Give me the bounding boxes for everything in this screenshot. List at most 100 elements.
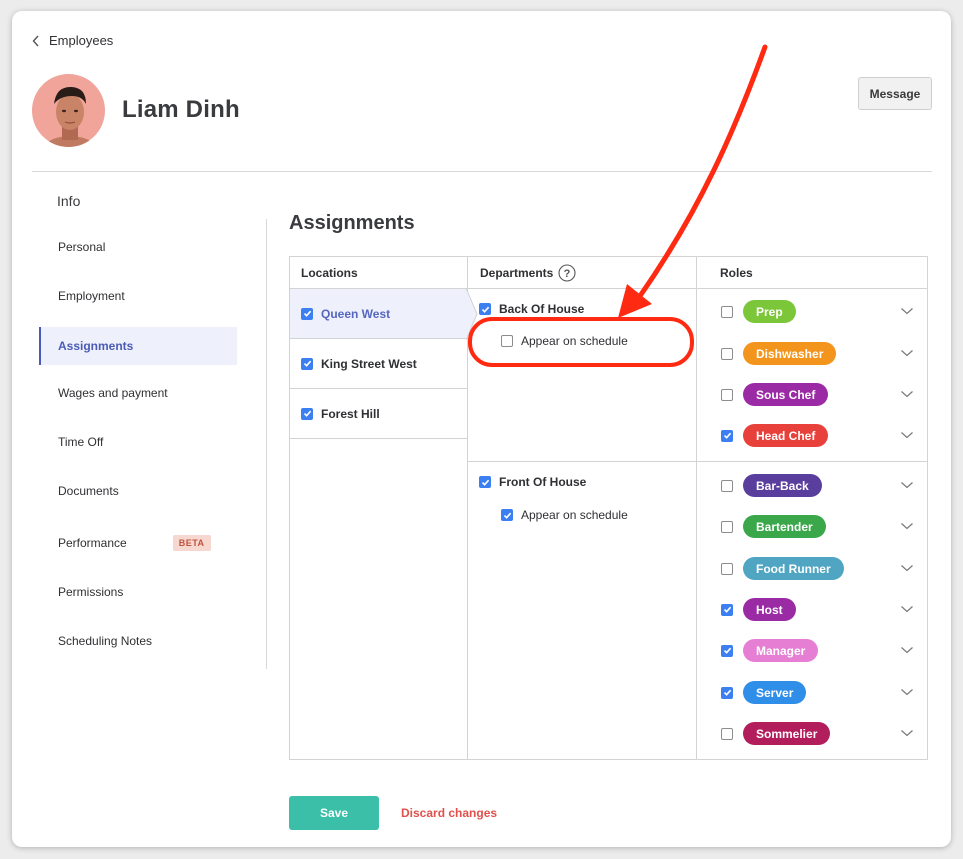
chevron-down-icon[interactable]	[900, 726, 914, 740]
role-row-food-runner[interactable]: Food Runner	[710, 548, 928, 589]
discard-changes-link[interactable]: Discard changes	[401, 806, 497, 820]
appear-on-schedule-checkbox[interactable]	[501, 335, 513, 347]
department-back-of-house[interactable]: Back Of House	[479, 302, 584, 316]
role-row-bar-back[interactable]: Bar-Back	[710, 465, 928, 506]
check-icon	[723, 606, 731, 613]
department-label: Back Of House	[499, 302, 585, 316]
role-row-head-chef[interactable]: Head Chef	[710, 415, 928, 456]
sidebar-item-label: Employment	[58, 289, 125, 303]
header-divider	[32, 171, 932, 172]
role-checkbox[interactable]	[721, 347, 733, 360]
role-row-bartender[interactable]: Bartender	[710, 506, 928, 547]
appear-on-schedule-front-of-house[interactable]: Appear on schedule	[501, 508, 628, 522]
chevron-down-icon[interactable]	[900, 561, 914, 575]
check-icon	[481, 479, 489, 486]
location-checkbox[interactable]	[301, 357, 313, 370]
role-checkbox[interactable]	[721, 562, 733, 575]
chevron-down-icon[interactable]	[900, 643, 914, 657]
svg-text:?: ?	[564, 268, 571, 280]
role-row-dishwasher[interactable]: Dishwasher	[710, 333, 928, 374]
sidebar-item-personal[interactable]: Personal	[39, 228, 237, 266]
section-title: Assignments	[289, 212, 415, 234]
chevron-down-icon[interactable]	[900, 387, 914, 401]
chevron-down-icon[interactable]	[900, 478, 914, 492]
sidebar-item-label: Permissions	[58, 585, 124, 599]
employee-name: Liam Dinh	[122, 96, 240, 123]
check-icon	[303, 310, 311, 317]
appear-on-schedule-label: Appear on schedule	[521, 334, 628, 348]
role-checkbox[interactable]	[721, 429, 733, 442]
location-checkbox[interactable]	[301, 307, 313, 320]
sidebar-item-label: Wages and payment	[58, 386, 168, 400]
message-button[interactable]: Message	[858, 77, 932, 110]
chevron-down-icon[interactable]	[900, 304, 914, 318]
department-checkbox[interactable]	[479, 476, 491, 488]
assignments-table: Locations Departments ? Roles Queen West…	[289, 256, 928, 760]
column-header-roles: Roles	[720, 266, 753, 280]
column-header-locations: Locations	[301, 266, 358, 280]
role-pill: Manager	[743, 639, 819, 662]
chevron-down-icon[interactable]	[900, 428, 914, 442]
role-checkbox[interactable]	[721, 603, 733, 616]
chevron-left-icon	[32, 35, 39, 46]
sidebar-item-assignments[interactable]: Assignments	[39, 327, 237, 365]
sidebar-item-label: Assignments	[58, 339, 134, 353]
chevron-down-icon[interactable]	[900, 602, 914, 616]
role-row-host[interactable]: Host	[710, 589, 928, 630]
sidebar-item-documents[interactable]: Documents	[39, 472, 237, 510]
chevron-down-icon[interactable]	[900, 685, 914, 699]
role-pill: Server	[743, 681, 807, 704]
role-checkbox[interactable]	[721, 644, 733, 657]
column-header-departments: Departments ?	[480, 264, 576, 282]
sidebar-item-employment[interactable]: Employment	[39, 277, 237, 315]
role-checkbox[interactable]	[721, 686, 733, 699]
role-checkbox[interactable]	[721, 520, 733, 533]
location-checkbox[interactable]	[301, 407, 313, 420]
appear-on-schedule-back-of-house[interactable]: Appear on schedule	[501, 334, 628, 348]
role-row-server[interactable]: Server	[710, 672, 928, 713]
role-checkbox[interactable]	[721, 479, 733, 492]
sidebar-item-label: Time Off	[58, 435, 104, 449]
beta-badge: BETA	[172, 535, 211, 551]
help-icon[interactable]: ?	[558, 264, 576, 282]
sidebar-divider	[266, 219, 267, 669]
location-row-king-street-west[interactable]: King Street West	[290, 339, 467, 389]
sidebar-item-performance[interactable]: Performance BETA	[39, 524, 237, 562]
role-row-sous-chef[interactable]: Sous Chef	[710, 374, 928, 415]
save-button[interactable]: Save	[289, 796, 379, 830]
location-label: Forest Hill	[321, 406, 380, 421]
check-icon	[481, 306, 489, 313]
check-icon	[303, 360, 311, 367]
role-pill: Bartender	[743, 515, 826, 538]
role-pill: Head Chef	[743, 424, 829, 447]
role-checkbox[interactable]	[721, 727, 733, 740]
role-pill: Food Runner	[743, 557, 844, 580]
sidebar-item-permissions[interactable]: Permissions	[39, 573, 237, 611]
avatar	[32, 74, 105, 147]
role-checkbox[interactable]	[721, 305, 733, 318]
role-checkbox[interactable]	[721, 388, 733, 401]
chevron-down-icon[interactable]	[900, 519, 914, 533]
sidebar-item-wages-and-payment[interactable]: Wages and payment	[39, 374, 237, 412]
sidebar-item-scheduling-notes[interactable]: Scheduling Notes	[39, 622, 237, 660]
location-row-forest-hill[interactable]: Forest Hill	[290, 389, 467, 439]
breadcrumb-label: Employees	[49, 33, 114, 48]
role-pill: Prep	[743, 300, 796, 323]
department-front-of-house[interactable]: Front Of House	[479, 475, 586, 489]
location-label: King Street West	[321, 356, 417, 371]
sidebar-item-label: Personal	[58, 240, 106, 254]
location-row-queen-west[interactable]: Queen West	[290, 289, 467, 339]
sidebar-item-time-off[interactable]: Time Off	[39, 423, 237, 461]
role-pill: Sommelier	[743, 722, 831, 745]
role-row-prep[interactable]: Prep	[710, 291, 928, 332]
department-checkbox[interactable]	[479, 303, 491, 315]
back-link[interactable]: Employees	[32, 33, 113, 48]
sidebar-item-label: Scheduling Notes	[58, 634, 153, 648]
chevron-down-icon[interactable]	[900, 346, 914, 360]
role-row-manager[interactable]: Manager	[710, 630, 928, 671]
appear-on-schedule-checkbox[interactable]	[501, 509, 513, 521]
role-row-sommelier[interactable]: Sommelier	[710, 713, 928, 754]
check-icon	[723, 432, 731, 439]
sidebar-item-label: Performance	[58, 536, 127, 550]
location-label: Queen West	[321, 306, 391, 321]
